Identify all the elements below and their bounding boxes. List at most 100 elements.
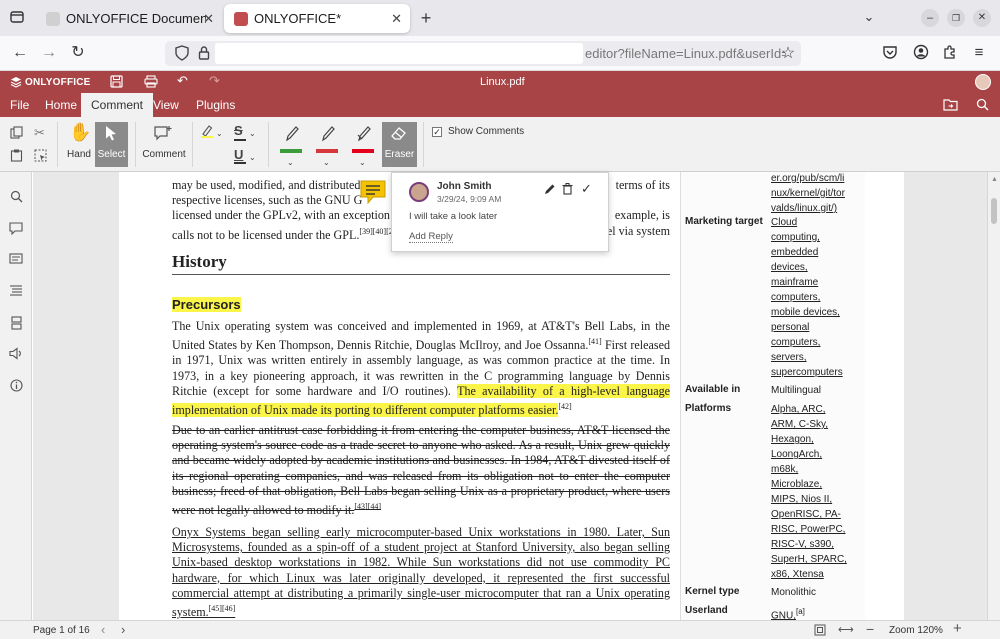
- forward-icon[interactable]: →: [40, 44, 58, 62]
- highlight-pen-icon[interactable]: [200, 124, 214, 142]
- add-reply-link[interactable]: Add Reply: [409, 231, 453, 243]
- pen-dropdown-chevron-icon[interactable]: ⌄: [323, 155, 330, 171]
- tab-view[interactable]: View: [143, 93, 189, 117]
- link[interactable]: Hexagon,: [771, 432, 863, 447]
- zoom-level[interactable]: Zoom 120%: [889, 625, 943, 636]
- citation-ref[interactable]: [45][46]: [209, 604, 236, 613]
- tab-overflow-chevron-icon[interactable]: ⌄: [860, 8, 878, 26]
- open-file-location-icon[interactable]: [943, 98, 958, 116]
- tab-list-icon[interactable]: [8, 9, 26, 27]
- vertical-scrollbar[interactable]: ▲: [987, 172, 1000, 620]
- link[interactable]: computing,: [771, 230, 863, 245]
- pen-dropdown-chevron-icon[interactable]: ⌄: [359, 155, 366, 171]
- save-icon[interactable]: [110, 75, 123, 93]
- citation-ref[interactable]: [42]: [558, 402, 571, 411]
- speaker-icon[interactable]: [9, 347, 23, 361]
- scrollbar-thumb[interactable]: [991, 198, 997, 224]
- url-bar[interactable]: editor?fileName=Linux.pdf&userId=uid-1&l…: [165, 41, 801, 66]
- zoom-out-icon[interactable]: −: [866, 621, 874, 637]
- reload-icon[interactable]: ↻: [69, 44, 87, 62]
- fit-width-icon[interactable]: ⟷: [838, 623, 854, 636]
- citation-ref[interactable]: [41]: [588, 337, 601, 346]
- page-counter[interactable]: Page 1 of 16: [33, 625, 90, 636]
- minimize-icon[interactable]: –: [921, 9, 939, 27]
- link[interactable]: supercomputers: [771, 365, 863, 380]
- link[interactable]: RISC, PowerPC,: [771, 522, 863, 537]
- next-page-icon[interactable]: ›: [121, 622, 125, 637]
- link-line[interactable]: er.org/pub/scm/li: [771, 172, 863, 186]
- undo-icon[interactable]: ↶: [177, 73, 188, 89]
- maximize-icon[interactable]: ❐: [947, 9, 965, 27]
- bookmark-star-icon[interactable]: ☆: [779, 45, 797, 63]
- comment-marker-icon[interactable]: [360, 180, 386, 205]
- resolve-comment-icon[interactable]: ✓: [581, 181, 592, 197]
- navigation-icon[interactable]: [9, 284, 23, 298]
- tab-onlyoffice-document[interactable]: ONLYOFFICE Document E ✕: [36, 4, 222, 33]
- paragraph-workstations-underline[interactable]: Onyx Systems began selling early microco…: [172, 525, 670, 620]
- url-text[interactable]: editor?fileName=Linux.pdf&userId=uid-1&l…: [585, 46, 785, 61]
- comment-popup[interactable]: John Smith 3/29/24, 9:09 AM ✓ I will tak…: [391, 172, 609, 252]
- link-line[interactable]: valds/linux.git/): [771, 201, 863, 216]
- link[interactable]: x86, Xtensa: [771, 567, 863, 582]
- eraser-button[interactable]: Eraser: [382, 122, 417, 167]
- pocket-icon[interactable]: [881, 44, 899, 62]
- highlight-dropdown-chevron-icon[interactable]: ⌄: [216, 126, 223, 142]
- search-icon[interactable]: [9, 190, 23, 204]
- show-comments-checkbox[interactable]: ✓ Show Comments: [432, 126, 524, 137]
- link[interactable]: GNU,: [771, 610, 796, 620]
- link[interactable]: SuperH, SPARC,: [771, 552, 863, 567]
- link[interactable]: mobile devices,: [771, 305, 863, 320]
- info-icon[interactable]: [9, 379, 23, 393]
- tab-plugins[interactable]: Plugins: [186, 93, 245, 117]
- hand-button[interactable]: ✋ Hand: [65, 122, 93, 167]
- pen-red-button[interactable]: ⌄: [314, 122, 342, 167]
- prev-page-icon[interactable]: ‹: [101, 622, 105, 637]
- link[interactable]: OpenRISC, PA-: [771, 507, 863, 522]
- citation-ref[interactable]: [43][44]: [354, 502, 381, 511]
- link[interactable]: Microblaze,: [771, 477, 863, 492]
- link[interactable]: m68k,: [771, 462, 863, 477]
- underline-icon[interactable]: U: [234, 147, 243, 163]
- link[interactable]: Alpha, ARC,: [771, 402, 863, 417]
- add-comment-button[interactable]: Comment: [142, 122, 186, 167]
- citation-ref[interactable]: [a]: [796, 607, 805, 616]
- paragraph-antitrust-strikeout[interactable]: Due to an earlier antitrust case forbidd…: [172, 423, 670, 518]
- tab-home[interactable]: Home: [35, 93, 87, 117]
- select-button[interactable]: Select: [95, 122, 128, 167]
- tab-onlyoffice-active[interactable]: ONLYOFFICE* ✕: [224, 4, 410, 33]
- link[interactable]: computers,: [771, 335, 863, 350]
- link[interactable]: servers,: [771, 350, 863, 365]
- copy-icon[interactable]: [10, 126, 23, 143]
- link[interactable]: personal: [771, 320, 863, 335]
- extensions-icon[interactable]: [941, 44, 959, 62]
- account-icon[interactable]: [912, 44, 930, 62]
- scroll-up-icon[interactable]: ▲: [991, 176, 998, 183]
- highlighter-red-button[interactable]: ⌄: [350, 122, 378, 167]
- link[interactable]: devices,: [771, 260, 863, 275]
- link[interactable]: computers,: [771, 290, 863, 305]
- pen-dropdown-chevron-icon[interactable]: ⌄: [287, 155, 294, 171]
- link[interactable]: ARM, C-Sky,: [771, 417, 863, 432]
- infobox-source-link[interactable]: er.org/pub/scm/li nux/kernel/git/tor val…: [771, 172, 863, 216]
- underline-dropdown-chevron-icon[interactable]: ⌄: [249, 150, 256, 166]
- tab-file[interactable]: File: [0, 93, 39, 117]
- delete-comment-icon[interactable]: [562, 182, 573, 200]
- edit-comment-icon[interactable]: [544, 182, 556, 200]
- cut-icon[interactable]: ✂: [34, 125, 45, 141]
- comments-icon[interactable]: [9, 222, 23, 236]
- link-line[interactable]: nux/kernel/git/tor: [771, 186, 863, 201]
- strikeout-icon[interactable]: S: [234, 123, 243, 139]
- pen-green-button[interactable]: ⌄: [278, 122, 306, 167]
- back-icon[interactable]: ←: [11, 44, 29, 62]
- fit-page-icon[interactable]: [814, 624, 826, 639]
- close-window-icon[interactable]: ✕: [973, 9, 991, 27]
- strikeout-dropdown-chevron-icon[interactable]: ⌄: [249, 126, 256, 142]
- lock-icon[interactable]: [195, 45, 213, 63]
- link[interactable]: mainframe: [771, 275, 863, 290]
- redo-icon[interactable]: ↷: [209, 73, 220, 89]
- link[interactable]: embedded: [771, 245, 863, 260]
- zoom-in-icon[interactable]: +: [953, 620, 962, 637]
- menu-icon[interactable]: ≡: [970, 44, 988, 62]
- shield-icon[interactable]: [173, 45, 191, 63]
- close-tab-icon[interactable]: ✕: [203, 11, 214, 27]
